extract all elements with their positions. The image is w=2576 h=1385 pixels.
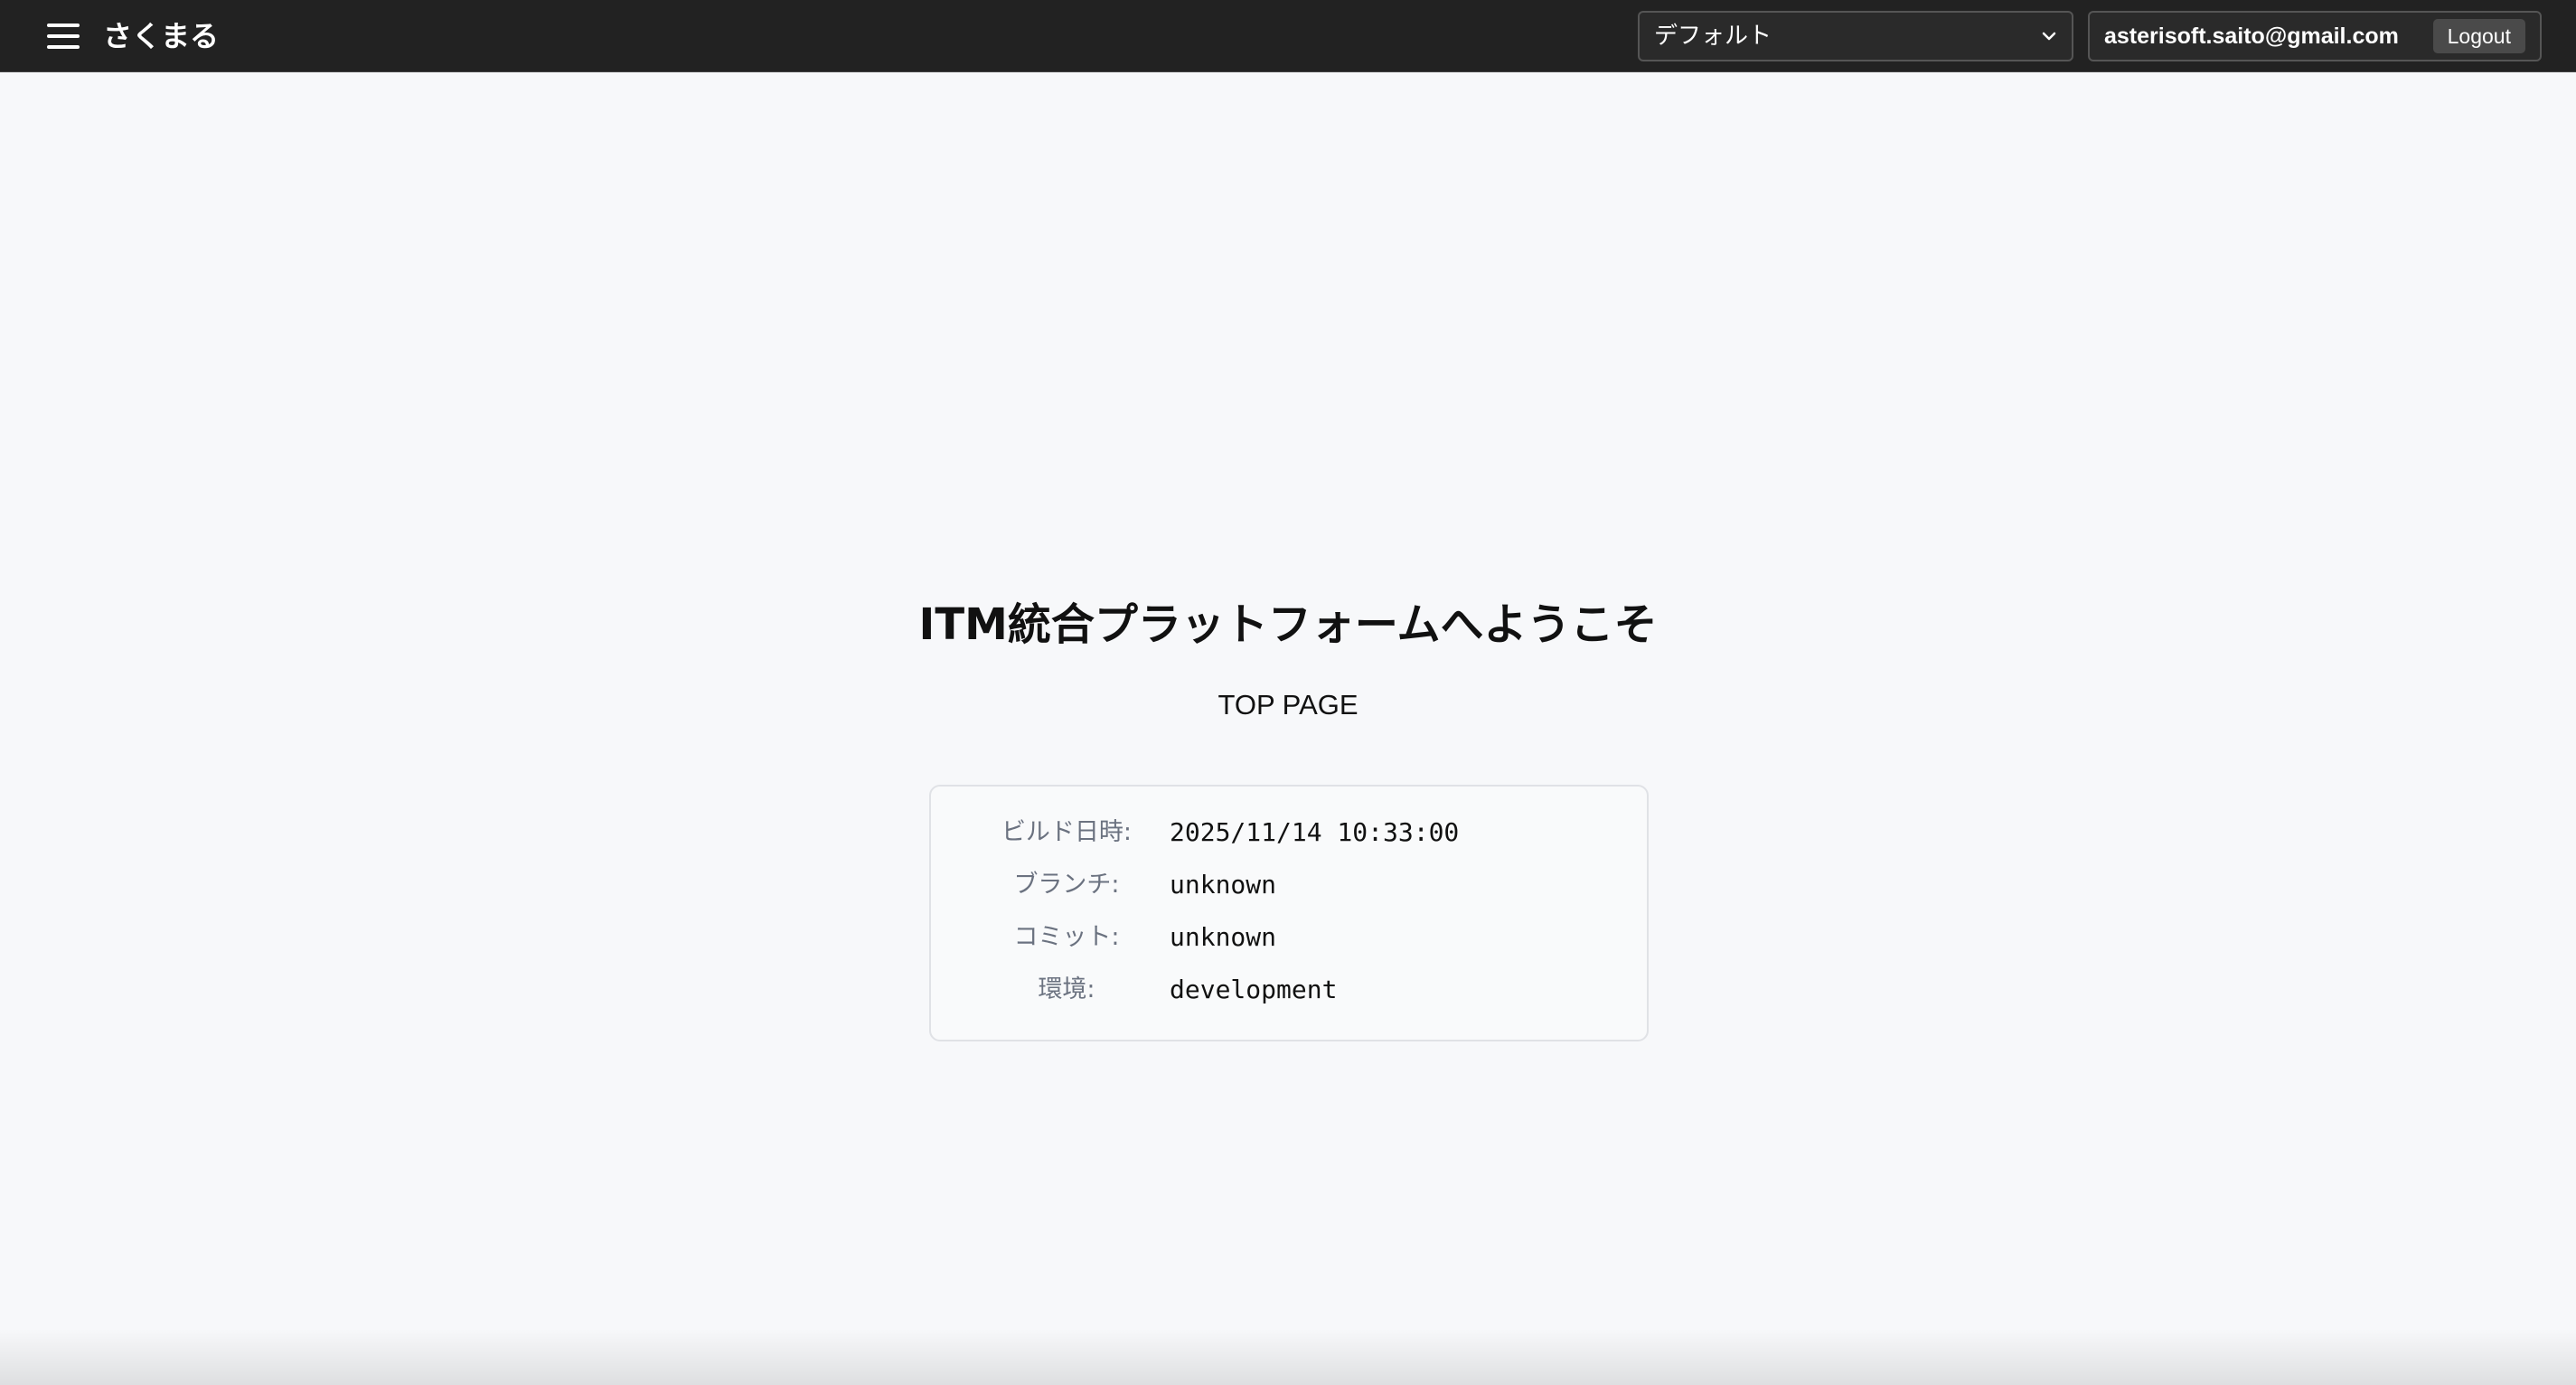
build-date-value: 2025/11/14 10:33:00 <box>1170 817 1460 847</box>
commit-value: unknown <box>1170 922 1277 952</box>
branch-value: unknown <box>1170 870 1277 900</box>
environment-value: development <box>1170 975 1338 1004</box>
group-select-value: デフォルト <box>1654 23 1772 50</box>
welcome-title: ITM統合プラットフォームへようこそ <box>918 599 1658 650</box>
environment-label: 環境: <box>1038 975 1095 1003</box>
chevron-down-icon <box>2041 13 2057 60</box>
top-navigation-bar: さくまる デフォルト asterisoft.saito@gmail.com Lo… <box>0 0 2576 72</box>
logout-button[interactable]: Logout <box>2432 19 2525 53</box>
build-info-row: コミット: unknown <box>931 911 1647 964</box>
group-select[interactable]: デフォルト <box>1638 11 2073 61</box>
hamburger-menu-icon[interactable] <box>47 18 90 54</box>
build-info-row: 環境: development <box>931 964 1647 1016</box>
user-account-box: asterisoft.saito@gmail.com Logout <box>2088 11 2542 61</box>
menu-line <box>47 34 80 38</box>
menu-line <box>47 45 80 49</box>
menu-line <box>47 24 80 27</box>
user-email: asterisoft.saito@gmail.com <box>2104 24 2399 49</box>
build-date-label: ビルド日時: <box>1001 818 1133 846</box>
commit-label: コミット: <box>1013 923 1120 951</box>
build-info-row: ビルド日時: 2025/11/14 10:33:00 <box>931 806 1647 859</box>
build-info-card: ビルド日時: 2025/11/14 10:33:00 ブランチ: unknown… <box>929 785 1649 1041</box>
build-info-row: ブランチ: unknown <box>931 859 1647 911</box>
page-subtitle: TOP PAGE <box>1217 689 1359 721</box>
window-bottom-edge <box>0 1329 2576 1385</box>
app-title[interactable]: さくまる <box>103 14 219 58</box>
branch-label: ブランチ: <box>1013 871 1120 899</box>
